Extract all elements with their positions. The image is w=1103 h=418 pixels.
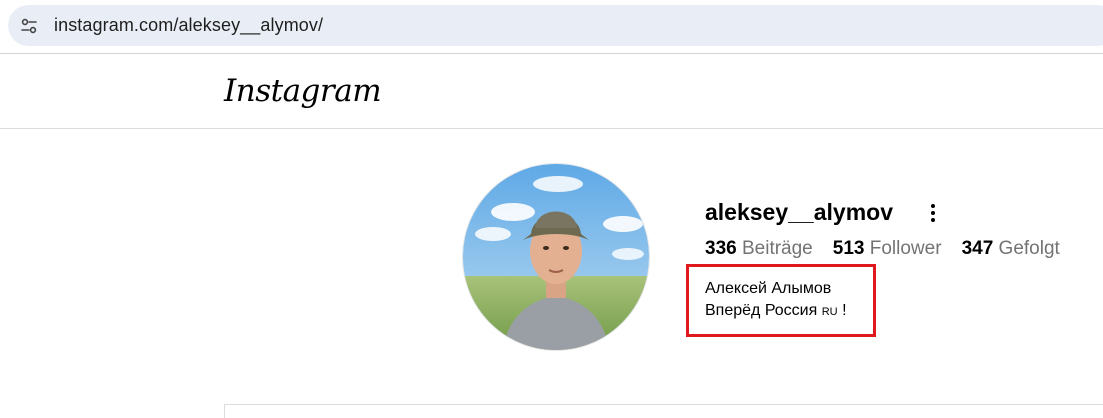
address-bar[interactable]: instagram.com/aleksey__alymov/ — [8, 5, 1103, 46]
following-label[interactable]: Gefolgt — [999, 238, 1060, 259]
url-text[interactable]: instagram.com/aleksey__alymov/ — [54, 15, 323, 36]
followers-stat[interactable]: 513 Follower — [833, 238, 942, 260]
site-info-icon[interactable] — [20, 17, 38, 35]
content-divider — [224, 404, 1103, 418]
following-stat[interactable]: 347 Gefolgt — [962, 238, 1060, 260]
profile-stats: 336 Beiträge 513 Follower 347 Gefolgt — [705, 238, 1060, 260]
instagram-header: Instagram — [0, 55, 1103, 129]
avatar-image — [463, 164, 649, 350]
highlight-annotation-box — [686, 264, 876, 337]
posts-label: Beiträge — [741, 238, 813, 259]
avatar[interactable] — [462, 163, 650, 351]
following-count[interactable]: 347 — [962, 238, 994, 259]
profile-username: aleksey__alymov — [705, 199, 893, 225]
more-options-icon[interactable] — [925, 202, 941, 224]
instagram-logo[interactable]: Instagram — [224, 73, 382, 109]
followers-count[interactable]: 513 — [833, 238, 865, 259]
posts-count: 336 — [705, 238, 737, 259]
posts-stat: 336 Beiträge — [705, 238, 813, 260]
followers-label[interactable]: Follower — [870, 238, 942, 259]
browser-toolbar: instagram.com/aleksey__alymov/ — [0, 0, 1103, 54]
